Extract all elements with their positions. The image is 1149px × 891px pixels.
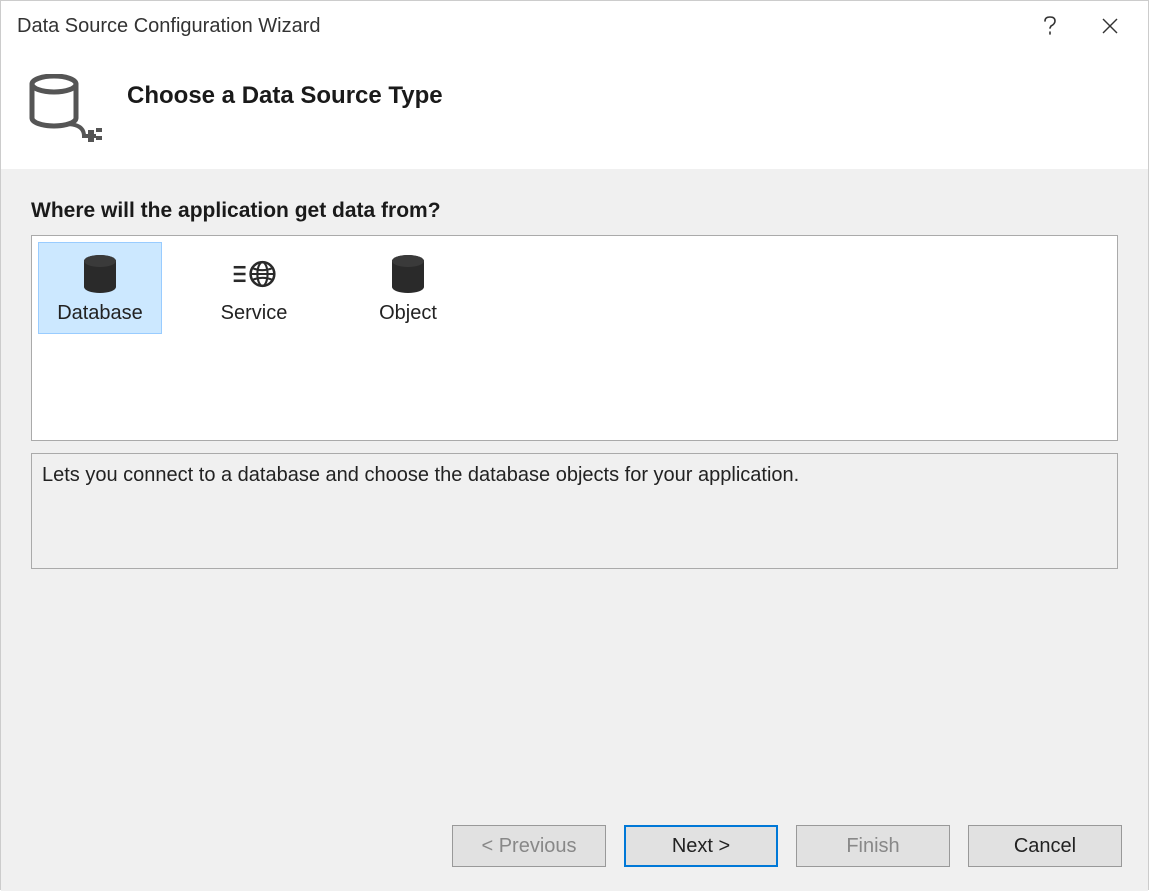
wizard-footer: < Previous Next > Finish Cancel — [1, 801, 1148, 891]
wizard-header: Choose a Data Source Type — [1, 51, 1148, 169]
option-database[interactable]: Database — [38, 242, 162, 334]
window-title: Data Source Configuration Wizard — [17, 15, 1012, 38]
option-database-label: Database — [57, 302, 143, 325]
help-button[interactable] — [1028, 4, 1072, 48]
description-text: Lets you connect to a database and choos… — [31, 453, 1118, 569]
finish-button[interactable]: Finish — [796, 825, 950, 867]
option-object[interactable]: Object — [346, 242, 470, 334]
object-icon — [386, 252, 430, 296]
database-icon — [78, 252, 122, 296]
titlebar: Data Source Configuration Wizard — [1, 1, 1148, 51]
header-database-icon — [21, 65, 111, 155]
prompt-label: Where will the application get data from… — [31, 199, 1118, 223]
close-icon — [1101, 17, 1119, 35]
previous-button[interactable]: < Previous — [452, 825, 606, 867]
service-icon — [232, 252, 276, 296]
wizard-content: Where will the application get data from… — [1, 169, 1148, 801]
help-icon — [1043, 16, 1057, 36]
close-button[interactable] — [1088, 4, 1132, 48]
next-button[interactable]: Next > — [624, 825, 778, 867]
option-service-label: Service — [221, 302, 288, 325]
cancel-button[interactable]: Cancel — [968, 825, 1122, 867]
options-container: Database Service — [31, 235, 1118, 441]
option-object-label: Object — [379, 302, 437, 325]
page-title: Choose a Data Source Type — [127, 82, 443, 110]
option-service[interactable]: Service — [192, 242, 316, 334]
